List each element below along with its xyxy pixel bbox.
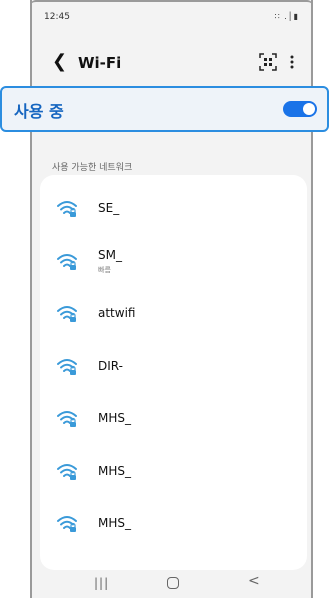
- nav-back-button[interactable]: <: [248, 573, 260, 589]
- network-item[interactable]: MHS_: [40, 393, 307, 447]
- back-arrow-icon[interactable]: ❮: [52, 51, 67, 72]
- navigation-bar: ||| <: [32, 570, 311, 598]
- network-name: attwifi: [98, 306, 136, 320]
- network-item[interactable]: MHS_: [40, 498, 307, 552]
- wifi-secured-icon: [56, 199, 78, 219]
- wifi-secured-icon: [56, 304, 78, 324]
- network-item[interactable]: SM_ 빠름: [40, 236, 307, 290]
- status-icons: ∷ .│▮: [274, 12, 299, 21]
- switch-knob: [303, 103, 315, 115]
- page-title: Wi-Fi: [78, 54, 122, 72]
- app-bar: ❮ Wi-Fi: [32, 48, 311, 80]
- wifi-master-toggle-row[interactable]: 사용 중: [0, 86, 329, 132]
- network-speed-label: 빠름: [98, 265, 111, 274]
- wifi-toggle-label: 사용 중: [14, 102, 64, 121]
- wifi-toggle-switch[interactable]: [283, 101, 317, 117]
- network-item[interactable]: DIR-: [40, 341, 307, 395]
- network-name: SM_: [98, 247, 122, 262]
- recent-apps-button[interactable]: |||: [94, 576, 109, 590]
- qr-scan-icon[interactable]: [259, 53, 277, 71]
- wifi-secured-icon: [56, 514, 78, 534]
- network-list: SE_ SM_ 빠름 attwifi DIR- MHS_ MHS_ MHS_: [40, 175, 307, 570]
- available-networks-header: 사용 가능한 네트워크: [52, 163, 133, 173]
- network-item[interactable]: attwifi: [40, 288, 307, 342]
- status-bar: 12:45 ∷ .│▮: [44, 12, 299, 26]
- more-options-icon[interactable]: [287, 53, 297, 71]
- network-name: SE_: [98, 201, 120, 215]
- wifi-secured-icon: [56, 357, 78, 377]
- status-time: 12:45: [44, 12, 70, 22]
- network-item[interactable]: SE_: [40, 183, 307, 237]
- phone-frame: [30, 0, 313, 6]
- network-name: MHS_: [98, 411, 131, 425]
- home-button[interactable]: [167, 577, 179, 589]
- wifi-secured-icon: [56, 462, 78, 482]
- network-name: DIR-: [98, 358, 123, 373]
- network-item[interactable]: MHS_: [40, 446, 307, 500]
- wifi-secured-icon: [56, 409, 78, 429]
- network-name: MHS_: [98, 463, 131, 478]
- network-name: MHS_: [98, 516, 131, 530]
- wifi-secured-icon: [56, 252, 78, 272]
